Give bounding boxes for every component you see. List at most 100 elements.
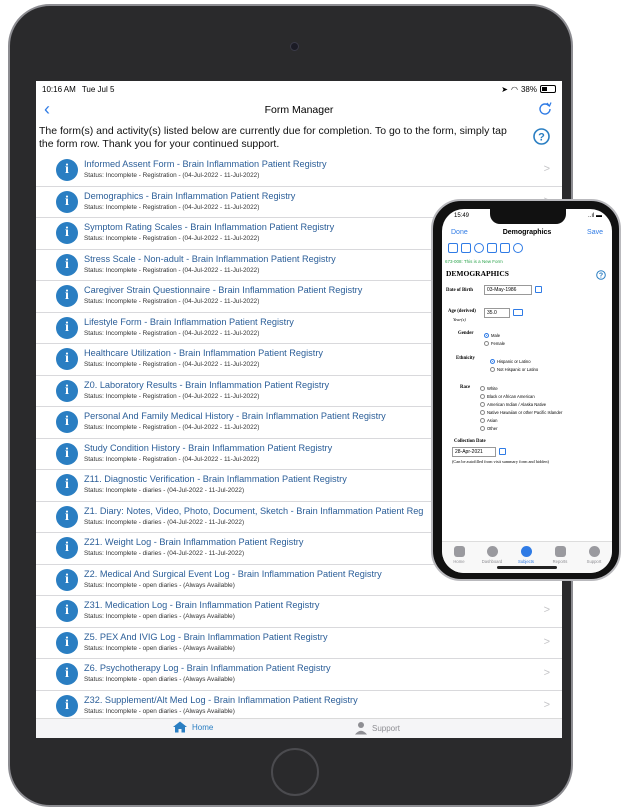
form-status: Status: Incomplete - Registration - (04-…: [84, 298, 260, 305]
form-toolbar: [448, 243, 523, 253]
refresh-icon[interactable]: [474, 243, 484, 253]
race-option-american-indian[interactable]: American Indian / Alaska Native: [480, 402, 546, 407]
gauge-icon: [486, 546, 498, 557]
calendar-icon[interactable]: [499, 448, 506, 455]
form-title: Healthcare Utilization - Brain Inflammat…: [84, 348, 323, 358]
battery-percent: 38%: [520, 84, 537, 94]
age-label: Age (derived): [448, 309, 476, 314]
age-input[interactable]: 35.0: [484, 308, 510, 318]
race-option-white[interactable]: White: [480, 386, 498, 391]
form-row[interactable]: i Z6. Psychotherapy Log - Brain Inflammat…: [36, 659, 562, 691]
chevron-left-icon[interactable]: ‹: [44, 99, 50, 120]
tab-subjects[interactable]: Subjects: [511, 546, 541, 564]
notch: [490, 209, 566, 224]
tab-support[interactable]: Support: [354, 721, 400, 735]
form-status: Status: Incomplete - open diaries - (Alw…: [84, 644, 235, 652]
collection-date-input[interactable]: 28-Apr-2021: [452, 447, 496, 457]
form-title: Z31. Medication Log - Brain Inflammation…: [84, 600, 320, 610]
form-status: Status: Incomplete - open diaries - (Alw…: [84, 613, 235, 620]
form-row[interactable]: i Z5. PEX And IVIG Log - Brain Inflammati…: [36, 628, 562, 659]
info-icon: i: [56, 411, 78, 433]
tab-support[interactable]: Support: [579, 546, 609, 564]
form-title: Z2. Medical And Surgical Event Log - Bra…: [84, 568, 382, 579]
status-time: 10:16 AM: [42, 84, 76, 94]
info-icon: i: [56, 285, 78, 307]
ethnicity-option-hispanic[interactable]: Hispanic or Latino: [490, 359, 531, 364]
refresh-icon[interactable]: [538, 101, 552, 120]
race-option-asian[interactable]: Asian: [480, 418, 497, 423]
form-status: Status: Incomplete - diaries - (04-Jul-2…: [84, 518, 245, 526]
question-circle-icon[interactable]: ?: [596, 267, 606, 285]
home-icon: [173, 721, 187, 733]
new-form-notice: 673-008: This is a New Form: [445, 259, 503, 264]
help-box-icon[interactable]: [461, 243, 471, 253]
tab-reports[interactable]: Reports: [545, 546, 575, 564]
gender-option-female[interactable]: Female: [484, 341, 505, 346]
iphone-device: 15:49 ..ıl ▬ Demographics Done Save 673-…: [431, 199, 621, 581]
ethnicity-option-not-hispanic[interactable]: Not Hispanic or Latino: [490, 367, 538, 372]
race-option-other[interactable]: Other: [480, 426, 497, 431]
reports-icon: [554, 546, 566, 557]
info-icon: i: [56, 474, 78, 496]
form-status: Status: Incomplete - open diaries - (Alw…: [84, 707, 235, 715]
form-title: Personal And Family Medical History - Br…: [84, 411, 386, 421]
form-title: Z6. Psychotherapy Log - Brain Inflammati…: [84, 663, 331, 673]
chevron-right-icon: >: [543, 163, 550, 175]
info-icon: i: [56, 190, 78, 213]
key-icon[interactable]: [487, 243, 497, 253]
info-icon: i: [56, 694, 78, 717]
chevron-right-icon: >: [543, 698, 550, 711]
home-icon: [453, 546, 465, 557]
form-status: Status: Incomplete - Registration - (04-…: [84, 172, 260, 179]
form-title: Caregiver Strain Questionnaire - Brain I…: [84, 285, 363, 295]
info-icon: i: [56, 442, 78, 465]
subjects-icon: [520, 546, 532, 557]
calculator-icon[interactable]: [513, 309, 523, 316]
tab-support-label: Support: [372, 723, 401, 733]
ethnicity-label: Ethnicity: [456, 356, 475, 361]
page-title: Form Manager: [264, 104, 334, 116]
navigation-bar: ‹ Form Manager: [36, 97, 562, 123]
person-icon: [355, 722, 367, 735]
question-circle-icon[interactable]: ?: [533, 128, 550, 150]
form-title: Study Condition History - Brain Inflamma…: [84, 442, 333, 453]
save-disk-icon[interactable]: [448, 243, 458, 253]
dob-input[interactable]: 03-May-1986: [484, 285, 532, 295]
age-unit: Year(s): [453, 317, 466, 322]
signal-icon: ..ıl: [587, 213, 595, 219]
race-option-black[interactable]: Black or African American: [480, 394, 535, 399]
wifi-icon: ◠: [511, 84, 518, 94]
form-status: Status: Incomplete - Registration - (04-…: [84, 203, 260, 211]
info-icon[interactable]: [513, 243, 523, 253]
race-option-pacific-islander[interactable]: Native Hawaiian or other Pacific Islande…: [480, 410, 562, 415]
home-indicator[interactable]: [497, 566, 557, 569]
form-title: Informed Assent Form - Brain Inflammatio…: [84, 159, 327, 169]
info-icon: i: [56, 348, 78, 370]
info-icon: i: [56, 253, 78, 276]
done-button[interactable]: Done: [451, 229, 468, 236]
save-button[interactable]: Save: [587, 229, 603, 236]
info-icon: i: [56, 537, 78, 559]
intro-text: The form(s) and activity(s) listed below…: [39, 125, 507, 150]
chevron-right-icon: >: [543, 635, 550, 648]
tab-home[interactable]: Home: [444, 546, 474, 564]
form-row[interactable]: i Z31. Medication Log - Brain Inflammatio…: [36, 596, 562, 628]
form-title: Z1. Diary: Notes, Video, Photo, Document…: [84, 505, 424, 516]
tab-home[interactable]: Home: [172, 721, 213, 733]
info-icon: i: [56, 505, 78, 528]
home-button[interactable]: [271, 748, 319, 796]
form-title: Z11. Diagnostic Verification - Brain Inf…: [84, 474, 347, 484]
form-status: Status: Incomplete - Registration - (04-…: [84, 361, 260, 368]
tab-dashboard[interactable]: Dashboard: [477, 546, 507, 564]
dob-label: Date of Birth: [446, 288, 473, 293]
calendar-icon[interactable]: [535, 286, 542, 293]
form-status: Status: Incomplete - Registration - (04-…: [84, 424, 260, 431]
document-icon[interactable]: [500, 243, 510, 253]
location-icon: ➤: [501, 84, 508, 94]
form-status: Status: Incomplete - Registration - (04-…: [84, 329, 260, 337]
camera-icon: [290, 42, 299, 51]
gender-option-male[interactable]: Male: [484, 333, 500, 338]
form-row[interactable]: i Informed Assent Form - Brain Inflammati…: [36, 155, 562, 187]
tab-home-label: Home: [192, 722, 214, 732]
race-label: Race: [460, 385, 471, 390]
